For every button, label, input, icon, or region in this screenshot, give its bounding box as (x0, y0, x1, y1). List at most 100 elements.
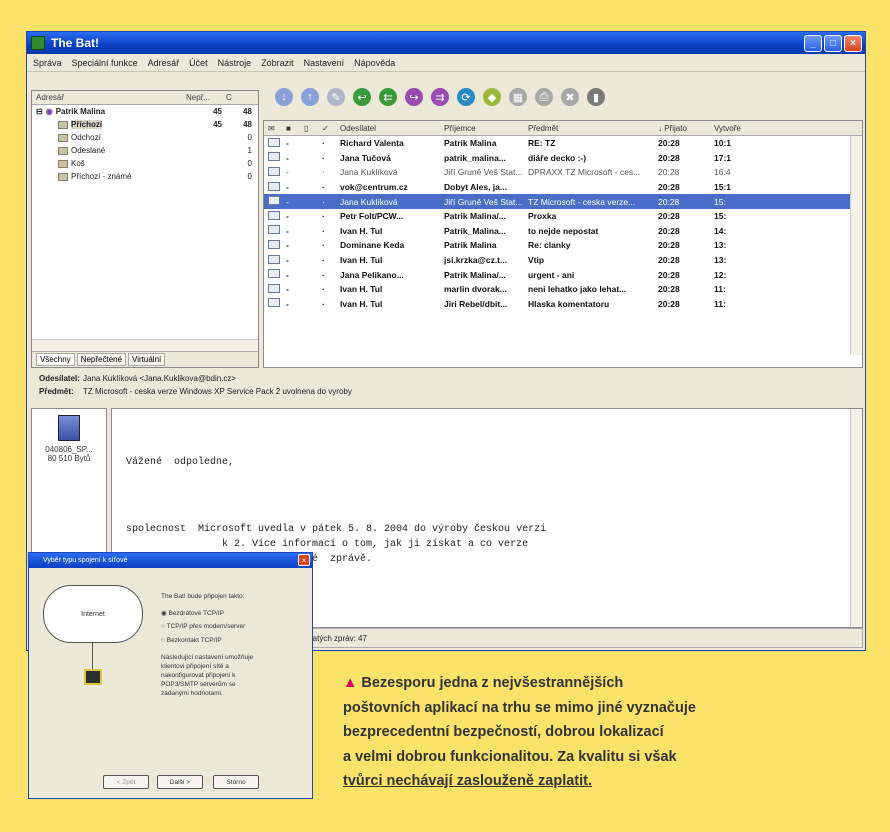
tree-horizontal-scrollbar[interactable] (32, 339, 258, 351)
received-cell: 20:28 (658, 182, 680, 193)
cancel-button[interactable]: Storno (213, 775, 259, 789)
message-row[interactable]: - · Jana Pelikano... Patrik Malina/... urgen… (264, 267, 862, 282)
tree-header-name[interactable]: Adresář (32, 93, 182, 102)
message-row[interactable]: - · Jana Kuklíková Jiří Gruně Veš Stat... TZ… (264, 194, 862, 209)
filter-icon[interactable]: ◆ (483, 88, 501, 106)
forward-icon[interactable]: ↪ (405, 88, 423, 106)
col-to[interactable]: Příjemce (444, 124, 528, 133)
col-flag[interactable]: ✓ (322, 124, 340, 133)
flag-cell: · (322, 269, 325, 280)
envelope-icon (264, 254, 286, 266)
priority-cell: - (286, 225, 289, 236)
tree-header-total[interactable]: C (222, 93, 252, 102)
menu-item[interactable]: Speciální funkce (72, 58, 138, 68)
tree-folder-inbox-known[interactable]: Příchozí - známé 0 (32, 170, 258, 183)
back-button[interactable]: < Zpět (103, 775, 149, 789)
to-cell: Patrik Malina/... (444, 269, 506, 280)
reply-icon[interactable]: ↩ (353, 88, 371, 106)
flag-cell: · (322, 240, 325, 251)
tree-folder-sent[interactable]: Odeslané 1 (32, 144, 258, 157)
print-icon[interactable]: ⎙ (535, 88, 553, 106)
flag-cell: · (322, 182, 325, 193)
option-radio-3[interactable]: ○ Bezkontakt TCP/IP (161, 637, 222, 644)
subject-cell: Proxka (528, 211, 557, 222)
message-row[interactable]: - · Jana Tučová patrik_malina... diáře decko… (264, 151, 862, 166)
message-list-scrollbar[interactable] (850, 136, 862, 355)
get-mail-icon[interactable]: ↓ (275, 88, 293, 106)
option-radio-1[interactable]: ◉ Bezdrátové TCP/IP (161, 609, 224, 617)
message-row[interactable]: - · Dominane Keda Patrik Malina Re: clanky 20… (264, 238, 862, 253)
to-cell: marlin dvorak... (444, 284, 507, 295)
close-button[interactable]: × (844, 34, 862, 52)
reply-all-icon[interactable]: ⇇ (379, 88, 397, 106)
priority-cell: - (286, 167, 289, 178)
menu-item[interactable]: Nastavení (304, 58, 345, 68)
tree-folder-inbox[interactable]: Příchozí 45 48 (32, 118, 258, 131)
created-cell: 16:4 (714, 167, 731, 178)
message-row[interactable]: - · Ivan H. Tul Jiri Rebel/dbit... Hlaska ko… (264, 297, 862, 312)
tab-all[interactable]: Všechny (36, 353, 75, 366)
to-cell: Jiří Gruně Veš Stat... (444, 167, 523, 178)
tree-folder-trash[interactable]: Koš 0 (32, 157, 258, 170)
maximize-button[interactable]: □ (824, 34, 842, 52)
col-created[interactable]: Vytvoře (714, 124, 754, 133)
menu-item[interactable]: Nápověda (354, 58, 395, 68)
envelope-icon (264, 225, 286, 236)
menu-item[interactable]: Adresář (148, 58, 180, 68)
message-row[interactable]: - · Ivan H. Tul Patrik_Malina... to nejde ne… (264, 224, 862, 239)
to-cell: jsi.krzka@cz.t... (444, 255, 508, 266)
priority-cell: - (286, 196, 289, 207)
attachment-file-icon[interactable] (58, 415, 80, 441)
computer-icon (84, 669, 102, 685)
subject-cell: RE: TZ (528, 138, 556, 149)
message-row[interactable]: - · Ivan H. Tul marlin dvorak... neni lehatk… (264, 282, 862, 297)
attachment-name[interactable]: 040806_SP... (32, 445, 106, 454)
address-book-icon[interactable]: ▦ (509, 88, 527, 106)
dialog-close-button[interactable]: × (298, 554, 310, 566)
message-row[interactable]: - · vok@centrum.cz Dobyt Ales, ja... 20:28 15… (264, 180, 862, 195)
dialog-note: Následující nastavení umožňuje klientovi… (161, 654, 254, 697)
send-mail-icon[interactable]: ↑ (301, 88, 319, 106)
minimize-button[interactable]: _ (804, 34, 822, 52)
resend-icon[interactable]: ⟳ (457, 88, 475, 106)
col-subject[interactable]: Předmět (528, 124, 658, 133)
known-folder-icon (58, 172, 68, 181)
col-attachment[interactable]: ▯ (304, 124, 322, 133)
created-cell: 14: (714, 225, 727, 236)
message-row[interactable]: - · Petr Folt/PCW... Patrik Malina/... Proxk… (264, 209, 862, 224)
collapse-icon[interactable]: ⊟ (36, 107, 43, 116)
tab-unread[interactable]: Nepřečtené (76, 353, 127, 366)
envelope-icon (264, 137, 286, 149)
menu-item[interactable]: Účet (189, 58, 208, 68)
body-scrollbar[interactable] (850, 409, 862, 627)
subject-value: TZ Microsoft - ceska verze Windows XP Se… (83, 387, 352, 396)
menu-item[interactable]: Správa (33, 58, 62, 68)
col-priority[interactable]: ■ (286, 124, 304, 133)
message-row[interactable]: - · Richard Valenta Patrik Malina RE: TZ 20:2… (264, 136, 862, 151)
from-label: Odesílatel: (39, 374, 80, 383)
redirect-icon[interactable]: ⇉ (431, 88, 449, 106)
flag-cell: · (322, 167, 325, 178)
folder-tree: Adresář Nepř... C ⊟ ◉ Patrik Malina 45 48 … (31, 90, 259, 368)
tree-folder-outbox[interactable]: Odchozí 0 (32, 131, 258, 144)
tab-virtual[interactable]: Virtuální (128, 353, 166, 366)
col-status[interactable]: ✉ (264, 124, 286, 133)
menu-item[interactable]: Zobrazit (261, 58, 294, 68)
next-button[interactable]: Další > (157, 775, 203, 789)
envelope-icon (264, 283, 286, 295)
col-from[interactable]: Odesílatel (340, 124, 444, 133)
delete-icon[interactable]: ✖ (561, 88, 579, 106)
menu-item[interactable]: Nástroje (218, 58, 252, 68)
from-cell: Ivan H. Tul (340, 284, 383, 295)
message-row[interactable]: - · Jana Kuklíková Jiří Gruně Veš Stat... DP… (264, 165, 862, 180)
message-row[interactable]: - · Ivan H. Tul jsi.krzka@cz.t... Vtip 20:28 1… (264, 253, 862, 268)
tree-header-unread[interactable]: Nepř... (182, 93, 222, 102)
new-message-icon[interactable]: ✎ (327, 88, 345, 106)
tree-account-patrik-malina[interactable]: ⊟ ◉ Patrik Malina 45 48 (32, 105, 258, 118)
trash-icon[interactable]: ▮ (587, 88, 605, 106)
option-radio-2[interactable]: ○ TCP/IP přes modem/server (161, 623, 245, 630)
body-line: Vážené odpoledne, (126, 457, 235, 468)
col-received[interactable]: ↓ Přijato (658, 124, 714, 133)
envelope-icon (264, 152, 286, 163)
created-cell: 11: (714, 284, 726, 295)
